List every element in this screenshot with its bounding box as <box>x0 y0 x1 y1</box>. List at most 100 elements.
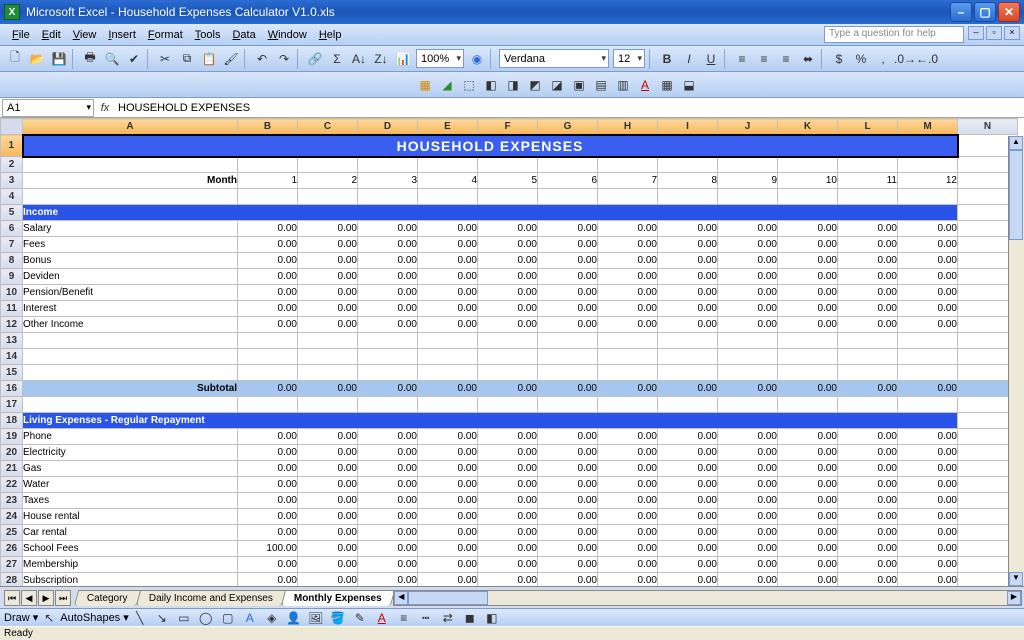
month-cell[interactable]: 4 <box>418 173 478 189</box>
value-cell[interactable]: 0.00 <box>718 541 778 557</box>
cell[interactable] <box>898 397 958 413</box>
value-cell[interactable]: 0.00 <box>358 573 418 587</box>
cell[interactable] <box>23 189 238 205</box>
value-cell[interactable]: 0.00 <box>658 525 718 541</box>
value-cell[interactable]: 0.00 <box>238 573 298 587</box>
value-cell[interactable]: 0.00 <box>898 253 958 269</box>
cell[interactable] <box>598 189 658 205</box>
value-cell[interactable]: 0.00 <box>478 221 538 237</box>
cell[interactable] <box>538 349 598 365</box>
value-cell[interactable]: 0.00 <box>238 301 298 317</box>
col-header-L[interactable]: L <box>838 119 898 135</box>
ic11-icon[interactable]: A <box>635 75 655 95</box>
value-cell[interactable]: 0.00 <box>598 445 658 461</box>
value-cell[interactable]: 0.00 <box>238 221 298 237</box>
cell[interactable] <box>358 349 418 365</box>
value-cell[interactable]: 0.00 <box>778 541 838 557</box>
new-icon[interactable]: 🗋 <box>5 49 25 69</box>
value-cell[interactable]: 0.00 <box>538 477 598 493</box>
align-left-icon[interactable]: ≡ <box>732 49 752 69</box>
row-label[interactable]: Electricity <box>23 445 238 461</box>
value-cell[interactable]: 0.00 <box>418 301 478 317</box>
value-cell[interactable]: 0.00 <box>718 253 778 269</box>
cell[interactable] <box>478 365 538 381</box>
value-cell[interactable]: 0.00 <box>538 237 598 253</box>
save-icon[interactable]: 💾 <box>49 49 69 69</box>
help-icon[interactable]: ◉ <box>467 49 487 69</box>
value-cell[interactable]: 0.00 <box>418 525 478 541</box>
spell-icon[interactable]: ✔ <box>124 49 144 69</box>
row-label[interactable]: Water <box>23 477 238 493</box>
value-cell[interactable]: 0.00 <box>838 541 898 557</box>
month-cell[interactable]: 10 <box>778 173 838 189</box>
subtotal-cell[interactable]: 0.00 <box>898 381 958 397</box>
col-header-A[interactable]: A <box>23 119 238 135</box>
value-cell[interactable]: 0.00 <box>898 477 958 493</box>
value-cell[interactable]: 0.00 <box>238 493 298 509</box>
row-header-21[interactable]: 21 <box>1 461 23 477</box>
subtotal-cell[interactable]: 0.00 <box>418 381 478 397</box>
dash-icon[interactable]: ┅ <box>416 608 436 628</box>
value-cell[interactable]: 0.00 <box>838 493 898 509</box>
select-all-corner[interactable] <box>1 119 23 135</box>
value-cell[interactable]: 0.00 <box>298 541 358 557</box>
value-cell[interactable]: 0.00 <box>358 429 418 445</box>
menu-insert[interactable]: Insert <box>102 29 142 41</box>
value-cell[interactable]: 0.00 <box>478 237 538 253</box>
subtotal-cell[interactable]: 0.00 <box>538 381 598 397</box>
percent-icon[interactable]: % <box>851 49 871 69</box>
sheet-tab-2[interactable]: Monthly Expenses <box>280 590 394 606</box>
value-cell[interactable]: 0.00 <box>898 269 958 285</box>
link-icon[interactable]: 🔗 <box>305 49 325 69</box>
italic-icon[interactable]: I <box>679 49 699 69</box>
cell[interactable] <box>658 349 718 365</box>
value-cell[interactable]: 0.00 <box>898 221 958 237</box>
cell[interactable] <box>23 349 238 365</box>
value-cell[interactable]: 0.00 <box>298 493 358 509</box>
month-label[interactable]: Month <box>23 173 238 189</box>
value-cell[interactable]: 0.00 <box>298 525 358 541</box>
value-cell[interactable]: 0.00 <box>658 269 718 285</box>
value-cell[interactable]: 0.00 <box>478 269 538 285</box>
value-cell[interactable]: 0.00 <box>598 509 658 525</box>
value-cell[interactable]: 0.00 <box>778 525 838 541</box>
value-cell[interactable]: 0.00 <box>718 317 778 333</box>
month-cell[interactable]: 8 <box>658 173 718 189</box>
3d-icon[interactable]: ◧ <box>482 608 502 628</box>
row-header-16[interactable]: 16 <box>1 381 23 397</box>
value-cell[interactable]: 0.00 <box>598 429 658 445</box>
value-cell[interactable]: 0.00 <box>298 573 358 587</box>
cell[interactable] <box>298 189 358 205</box>
col-header-I[interactable]: I <box>658 119 718 135</box>
value-cell[interactable]: 0.00 <box>838 525 898 541</box>
cell[interactable] <box>538 333 598 349</box>
cell[interactable] <box>838 365 898 381</box>
row-header-3[interactable]: 3 <box>1 173 23 189</box>
value-cell[interactable]: 0.00 <box>658 429 718 445</box>
ic12-icon[interactable]: ▦ <box>657 75 677 95</box>
cell[interactable] <box>418 189 478 205</box>
value-cell[interactable]: 0.00 <box>898 557 958 573</box>
ic9-icon[interactable]: ▤ <box>591 75 611 95</box>
value-cell[interactable]: 0.00 <box>358 269 418 285</box>
cell[interactable] <box>778 397 838 413</box>
value-cell[interactable]: 0.00 <box>718 429 778 445</box>
value-cell[interactable]: 0.00 <box>778 221 838 237</box>
cell[interactable] <box>418 333 478 349</box>
value-cell[interactable]: 0.00 <box>478 541 538 557</box>
value-cell[interactable]: 0.00 <box>718 237 778 253</box>
value-cell[interactable]: 0.00 <box>598 477 658 493</box>
value-cell[interactable]: 0.00 <box>718 573 778 587</box>
value-cell[interactable]: 0.00 <box>898 285 958 301</box>
oval-icon[interactable]: ◯ <box>196 608 216 628</box>
value-cell[interactable]: 0.00 <box>898 301 958 317</box>
vertical-scrollbar[interactable]: ▲▼ <box>1008 136 1024 586</box>
value-cell[interactable]: 0.00 <box>358 493 418 509</box>
col-header-F[interactable]: F <box>478 119 538 135</box>
value-cell[interactable]: 0.00 <box>418 237 478 253</box>
cell[interactable] <box>898 189 958 205</box>
month-cell[interactable]: 11 <box>838 173 898 189</box>
cell[interactable] <box>898 349 958 365</box>
ic7-icon[interactable]: ◪ <box>547 75 567 95</box>
row-header-13[interactable]: 13 <box>1 333 23 349</box>
